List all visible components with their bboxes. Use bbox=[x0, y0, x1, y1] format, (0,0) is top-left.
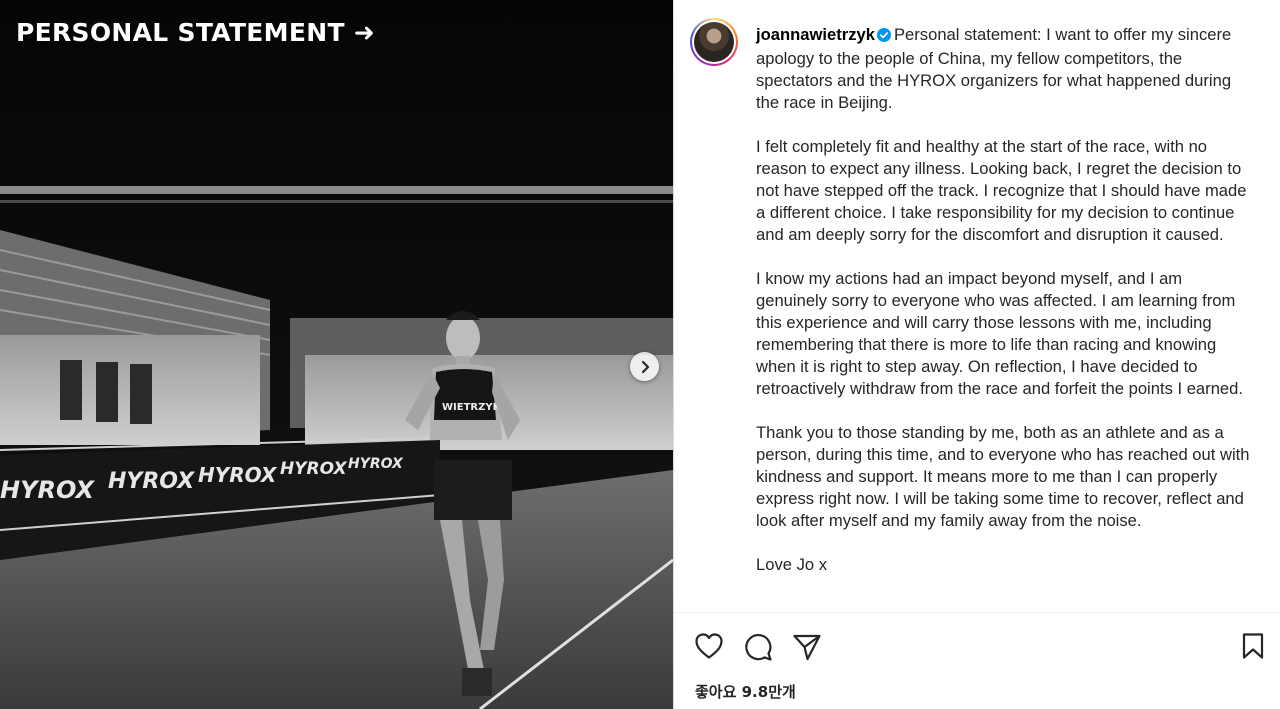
send-icon bbox=[793, 634, 821, 661]
avatar[interactable] bbox=[690, 18, 738, 66]
chevron-right-icon bbox=[641, 360, 649, 373]
barrier-text: HYROX bbox=[198, 463, 278, 487]
barrier-text: HYROX bbox=[348, 456, 404, 472]
barrier-text: HYROX bbox=[0, 476, 95, 504]
verified-badge-icon bbox=[876, 26, 891, 48]
next-image-button[interactable] bbox=[630, 352, 659, 381]
comment-icon bbox=[745, 634, 772, 661]
heart-icon bbox=[695, 633, 723, 659]
post-caption: joannawietrzyk Personal statement: I want… bbox=[756, 24, 1256, 576]
save-button[interactable] bbox=[1241, 632, 1265, 665]
post-panel: joannawietrzyk Personal statement: I want… bbox=[673, 0, 1280, 709]
race-photo: HYROX HYROX HYROX HYROX HYROX WIETRZYK bbox=[0, 0, 673, 709]
comment-button[interactable] bbox=[743, 632, 773, 667]
overlay-title: PERSONAL STATEMENT ➜ bbox=[16, 18, 376, 47]
share-button[interactable] bbox=[792, 633, 822, 666]
caption-section: joannawietrzyk Personal statement: I want… bbox=[674, 0, 1280, 613]
post-media[interactable]: HYROX HYROX HYROX HYROX HYROX WIETRZYK P… bbox=[0, 0, 673, 709]
caption-text: Personal statement: I want to offer my s… bbox=[756, 25, 1250, 574]
barrier-text: HYROX bbox=[280, 459, 347, 479]
bib-text: WIETRZYK bbox=[442, 402, 502, 413]
barrier-text: HYROX bbox=[108, 469, 195, 494]
like-button[interactable] bbox=[694, 632, 724, 665]
username-link[interactable]: joannawietrzyk bbox=[756, 25, 875, 44]
bookmark-icon bbox=[1242, 633, 1264, 659]
likes-count[interactable]: 좋아요 9.8만개 bbox=[695, 681, 796, 702]
